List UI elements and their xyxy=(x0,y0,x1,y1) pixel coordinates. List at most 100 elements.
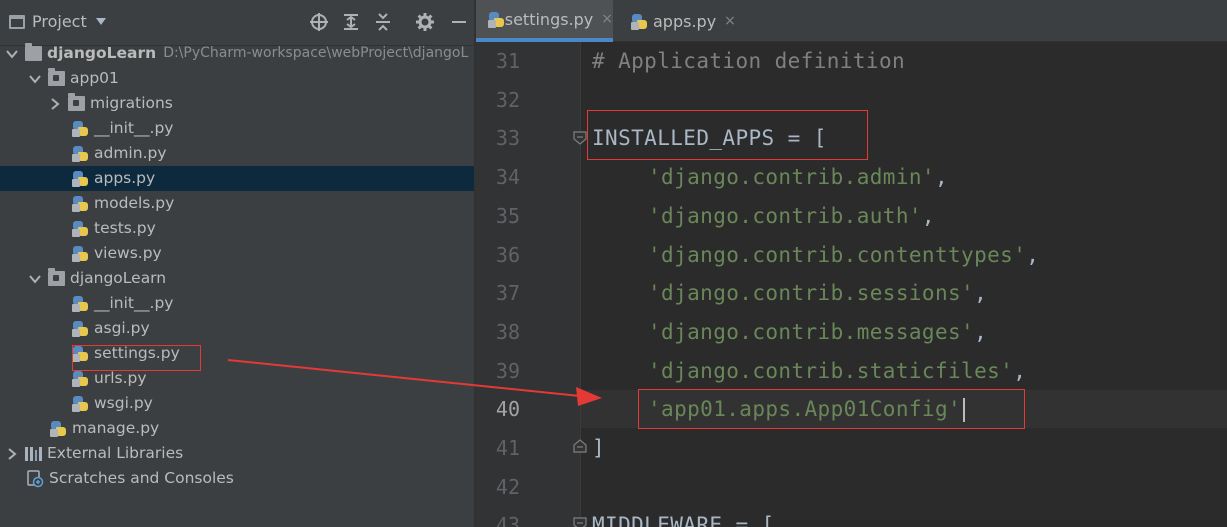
punctuation: , xyxy=(1026,242,1040,267)
tab-settings-py[interactable]: settings.py × xyxy=(476,0,613,42)
code-line[interactable]: 'django.contrib.messages', xyxy=(648,313,987,351)
close-icon[interactable]: × xyxy=(724,13,736,29)
tree-item-admin[interactable]: admin.py xyxy=(0,141,474,166)
chevron-down-icon[interactable] xyxy=(28,72,42,86)
tree-item-label: External Libraries xyxy=(47,444,184,462)
tree-item-migrations[interactable]: migrations xyxy=(0,91,474,116)
code-line[interactable]: INSTALLED_APPS = [ xyxy=(592,119,827,157)
line-number: 34 xyxy=(495,165,520,190)
chevron-right-icon[interactable] xyxy=(48,97,62,111)
locate-file-icon[interactable] xyxy=(309,12,329,32)
fold-marker-icon[interactable] xyxy=(572,516,588,527)
indent-guide xyxy=(580,42,581,527)
python-file-icon xyxy=(72,295,89,312)
project-view-selector[interactable]: Project xyxy=(9,12,106,31)
tab-label: apps.py xyxy=(653,11,717,31)
tree-item-label: admin.py xyxy=(94,144,167,162)
folder-icon xyxy=(25,43,42,61)
code-line[interactable]: ] xyxy=(592,429,605,467)
text-cursor xyxy=(963,398,966,423)
punctuation: , xyxy=(921,203,935,228)
code-line[interactable]: MIDDLEWARE = [ xyxy=(592,506,775,527)
tree-item-djangolearn-package[interactable]: djangoLearn xyxy=(0,266,474,291)
tree-item-label: settings.py xyxy=(94,344,180,362)
tab-apps-py[interactable]: apps.py × xyxy=(619,0,737,42)
punctuation: , xyxy=(974,319,988,344)
gear-icon[interactable] xyxy=(415,12,435,32)
line-number: 38 xyxy=(495,319,520,344)
package-folder-icon xyxy=(48,268,65,286)
code-line[interactable]: 'django.contrib.sessions', xyxy=(648,274,987,312)
code-editor[interactable]: 31 32 33 34 35 36 37 38 39 40 41 42 43 #… xyxy=(476,42,1227,527)
library-icon xyxy=(25,446,42,461)
tree-item-settings[interactable]: settings.py xyxy=(0,341,474,366)
minimize-icon[interactable] xyxy=(449,12,469,32)
python-file-icon xyxy=(72,320,89,337)
tree-item-tests[interactable]: tests.py xyxy=(0,216,474,241)
chevron-down-icon[interactable] xyxy=(5,47,19,61)
code-line[interactable]: # Application definition xyxy=(592,42,905,80)
tree-item-apps[interactable]: apps.py xyxy=(0,166,474,191)
chevron-right-icon[interactable] xyxy=(5,447,19,461)
tree-item-project-root[interactable]: djangoLearn D:\PyCharm-workspace\webProj… xyxy=(0,41,474,66)
chevron-down-icon[interactable] xyxy=(28,272,42,286)
tree-item-views[interactable]: views.py xyxy=(0,241,474,266)
tree-item-label: manage.py xyxy=(72,419,160,437)
python-file-icon xyxy=(50,420,67,437)
project-panel-title: Project xyxy=(32,12,87,31)
tree-item-external-libraries[interactable]: External Libraries xyxy=(0,441,474,466)
code-line[interactable]: 'django.contrib.staticfiles', xyxy=(648,352,1026,390)
tree-item-asgi[interactable]: asgi.py xyxy=(0,316,474,341)
scratches-icon xyxy=(27,469,44,487)
project-panel-header: Project xyxy=(0,0,474,46)
line-number: 40 xyxy=(495,397,520,422)
line-number: 35 xyxy=(495,203,520,228)
code-line[interactable]: 'django.contrib.contenttypes', xyxy=(648,236,1039,274)
python-file-icon xyxy=(488,11,504,28)
fold-marker-icon[interactable] xyxy=(572,438,588,454)
expand-all-icon[interactable] xyxy=(341,12,361,32)
line-number: 41 xyxy=(495,436,520,460)
tree-item-manage[interactable]: manage.py xyxy=(0,416,474,441)
line-number: 36 xyxy=(495,242,520,267)
tree-item-app01[interactable]: app01 xyxy=(0,66,474,91)
tab-label: settings.py xyxy=(504,9,594,29)
tree-item-scratches[interactable]: Scratches and Consoles xyxy=(0,466,474,491)
collapse-all-icon[interactable] xyxy=(373,12,393,32)
tree-item-label: app01 xyxy=(70,69,119,87)
tree-item-app01-init[interactable]: __init__.py xyxy=(0,116,474,141)
python-file-icon xyxy=(72,220,89,237)
line-number: 33 xyxy=(495,126,520,151)
code-line[interactable]: 'django.contrib.auth', xyxy=(648,197,935,235)
tree-item-label: migrations xyxy=(90,94,173,112)
line-number: 32 xyxy=(495,87,520,112)
string-literal: 'django.contrib.staticfiles' xyxy=(648,358,1014,383)
tree-item-models[interactable]: models.py xyxy=(0,191,474,216)
python-file-icon xyxy=(72,395,89,412)
project-panel: Project djangoLearn D:\PyCharm-workspace… xyxy=(0,0,474,527)
tree-item-urls[interactable]: urls.py xyxy=(0,366,474,391)
line-number: 43 xyxy=(495,513,520,527)
tree-item-djangolearn-init[interactable]: __init__.py xyxy=(0,291,474,316)
string-literal: 'django.contrib.auth' xyxy=(648,203,922,228)
python-file-icon xyxy=(72,145,89,162)
tree-item-label: Scratches and Consoles xyxy=(49,469,234,487)
punctuation: , xyxy=(1013,358,1027,383)
package-folder-icon xyxy=(48,68,65,86)
close-icon[interactable]: × xyxy=(601,11,613,27)
fold-marker-icon[interactable] xyxy=(572,130,588,146)
tree-item-label: urls.py xyxy=(94,369,147,387)
line-number: 37 xyxy=(495,281,520,306)
python-file-icon xyxy=(72,195,89,212)
string-literal: 'django.contrib.contenttypes' xyxy=(648,242,1027,267)
code-line[interactable]: 'django.contrib.admin', xyxy=(648,158,948,196)
tree-item-wsgi[interactable]: wsgi.py xyxy=(0,391,474,416)
tree-item-label: wsgi.py xyxy=(94,394,153,412)
code-line[interactable]: 'app01.apps.App01Config' xyxy=(648,390,966,428)
python-file-icon xyxy=(72,170,89,187)
string-literal: 'django.contrib.admin' xyxy=(648,165,935,190)
python-file-icon xyxy=(72,120,89,137)
tree-item-label: djangoLearn xyxy=(47,44,157,62)
tree-item-label: djangoLearn xyxy=(70,269,167,287)
tree-item-label: views.py xyxy=(94,244,162,262)
